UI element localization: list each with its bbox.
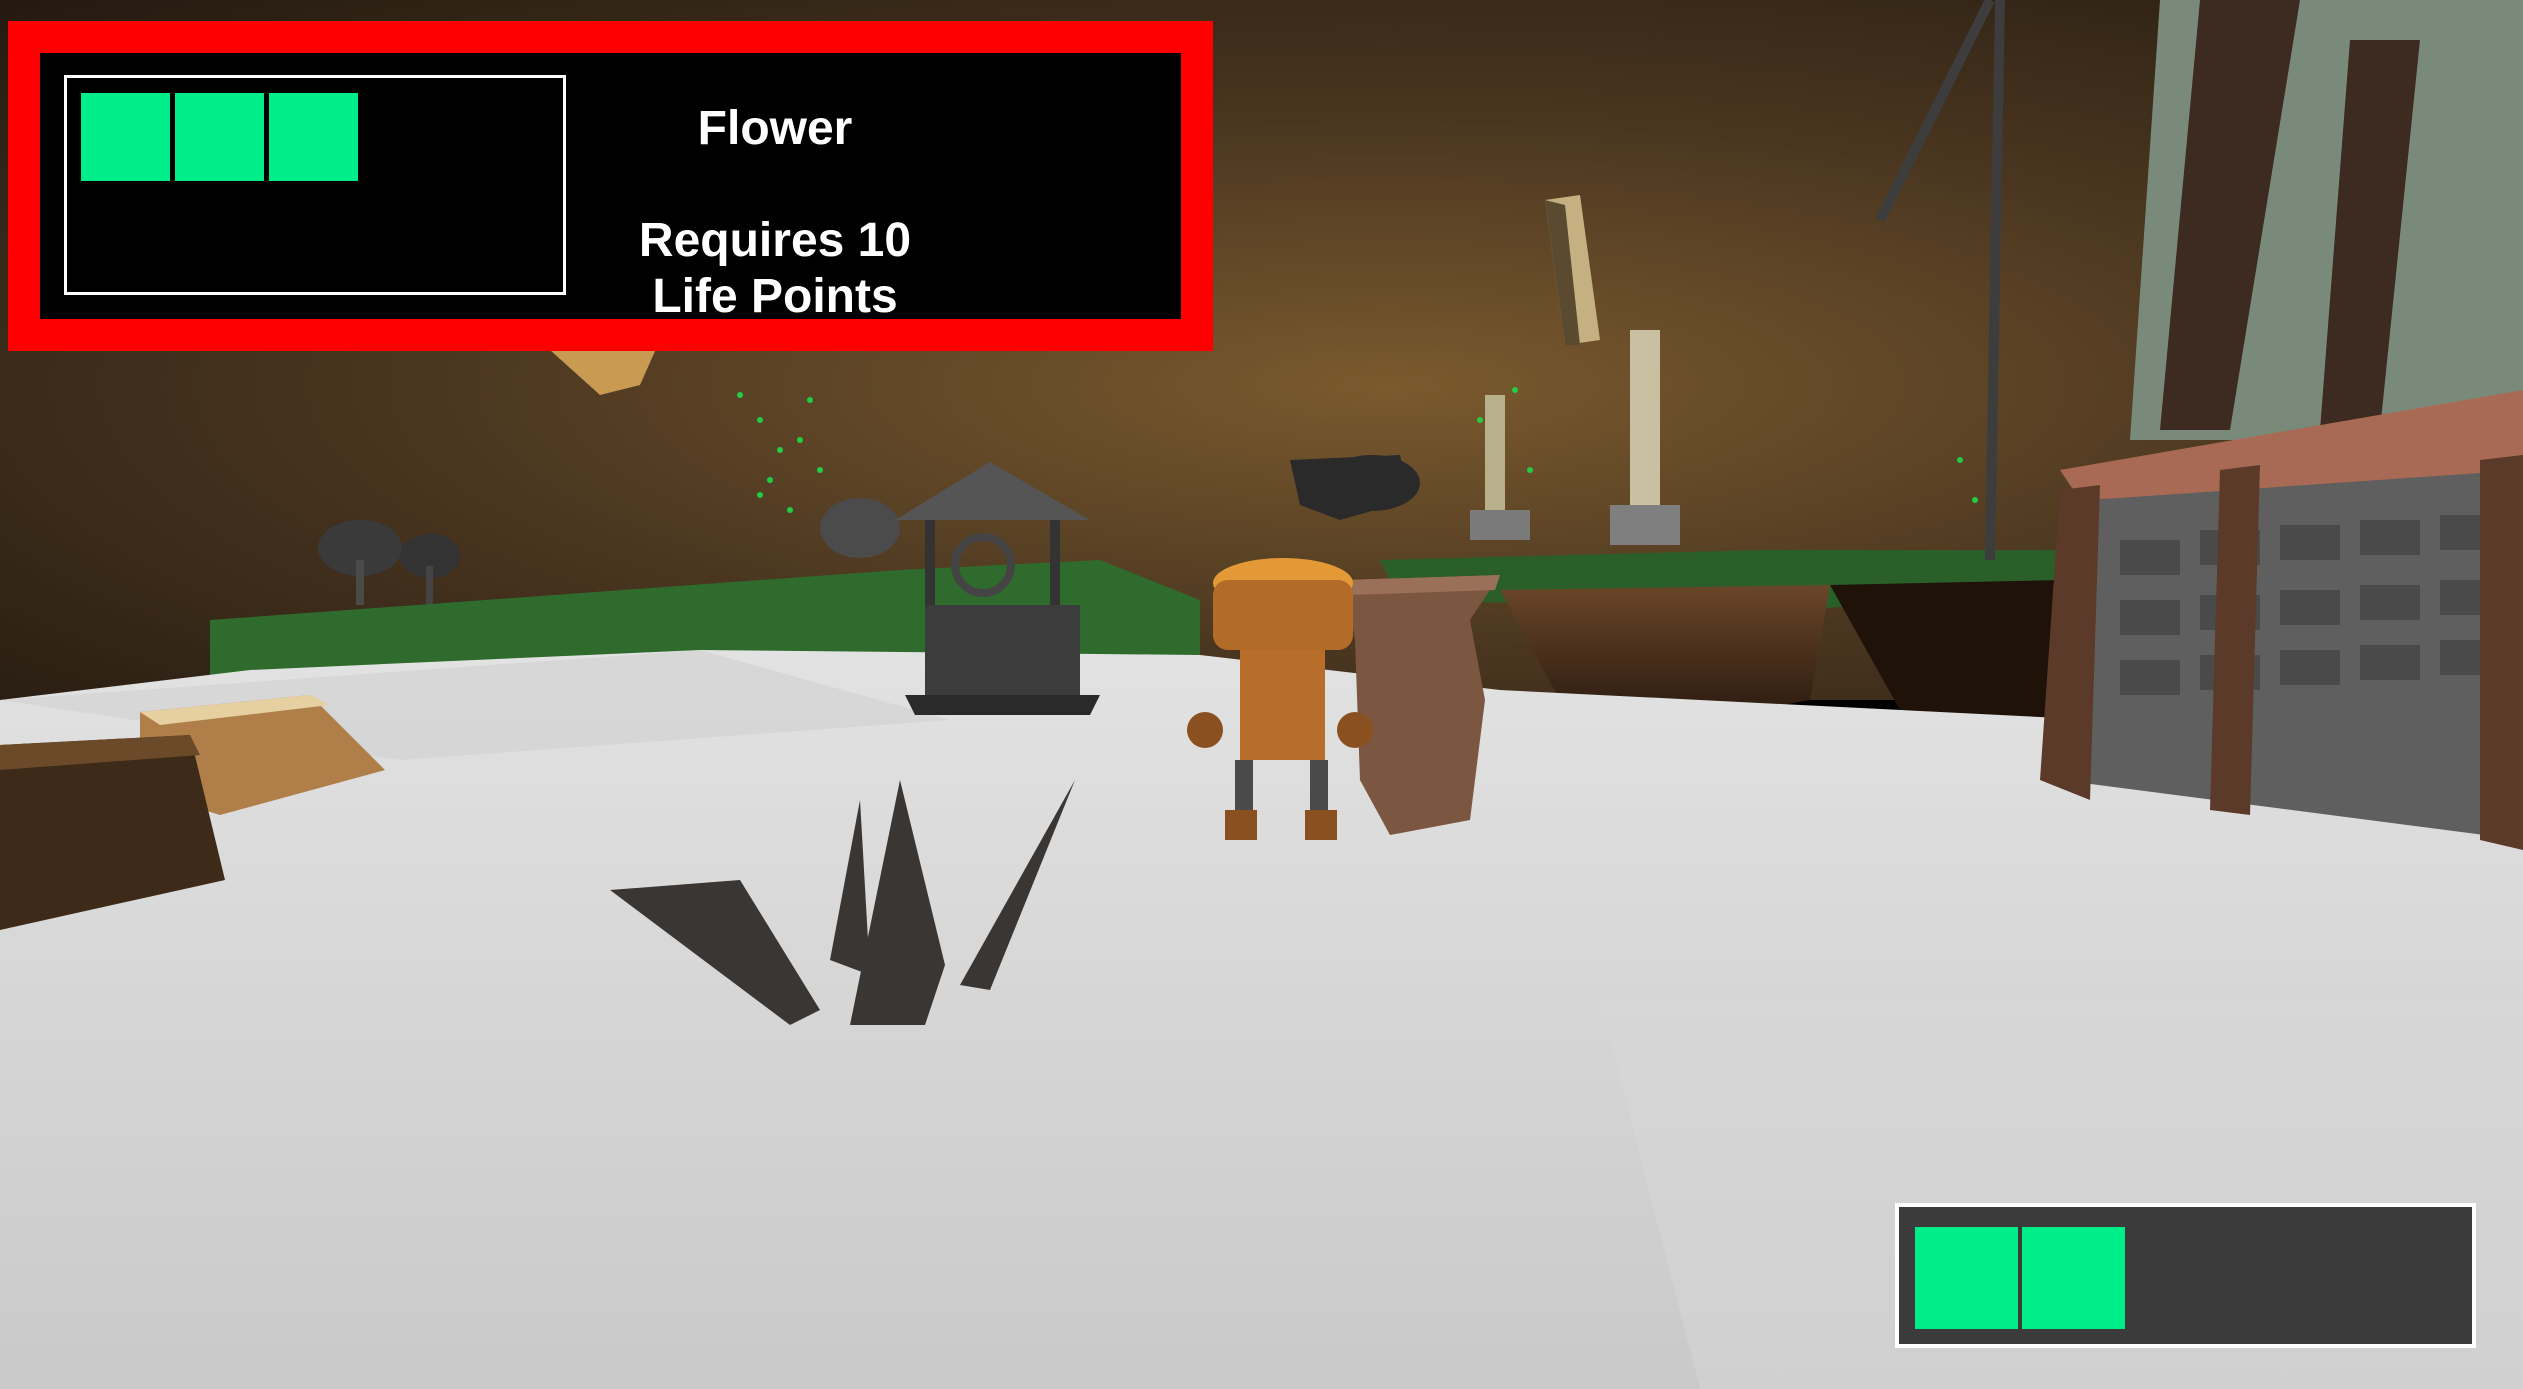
life-cell [2022, 1227, 2125, 1329]
requirement-slot [269, 93, 358, 181]
life-meter [1895, 1203, 2476, 1348]
requirement-slot [81, 93, 170, 181]
game-viewport[interactable]: Flower Requires 10 Life Points [0, 0, 2523, 1389]
item-name: Flower [697, 102, 853, 155]
requirement-slot [175, 93, 264, 181]
requirement-text: Requires 10 Life Points [638, 214, 912, 323]
life-cell [1915, 1227, 2018, 1329]
requirement-panel: Flower Requires 10 Life Points [8, 21, 1213, 351]
